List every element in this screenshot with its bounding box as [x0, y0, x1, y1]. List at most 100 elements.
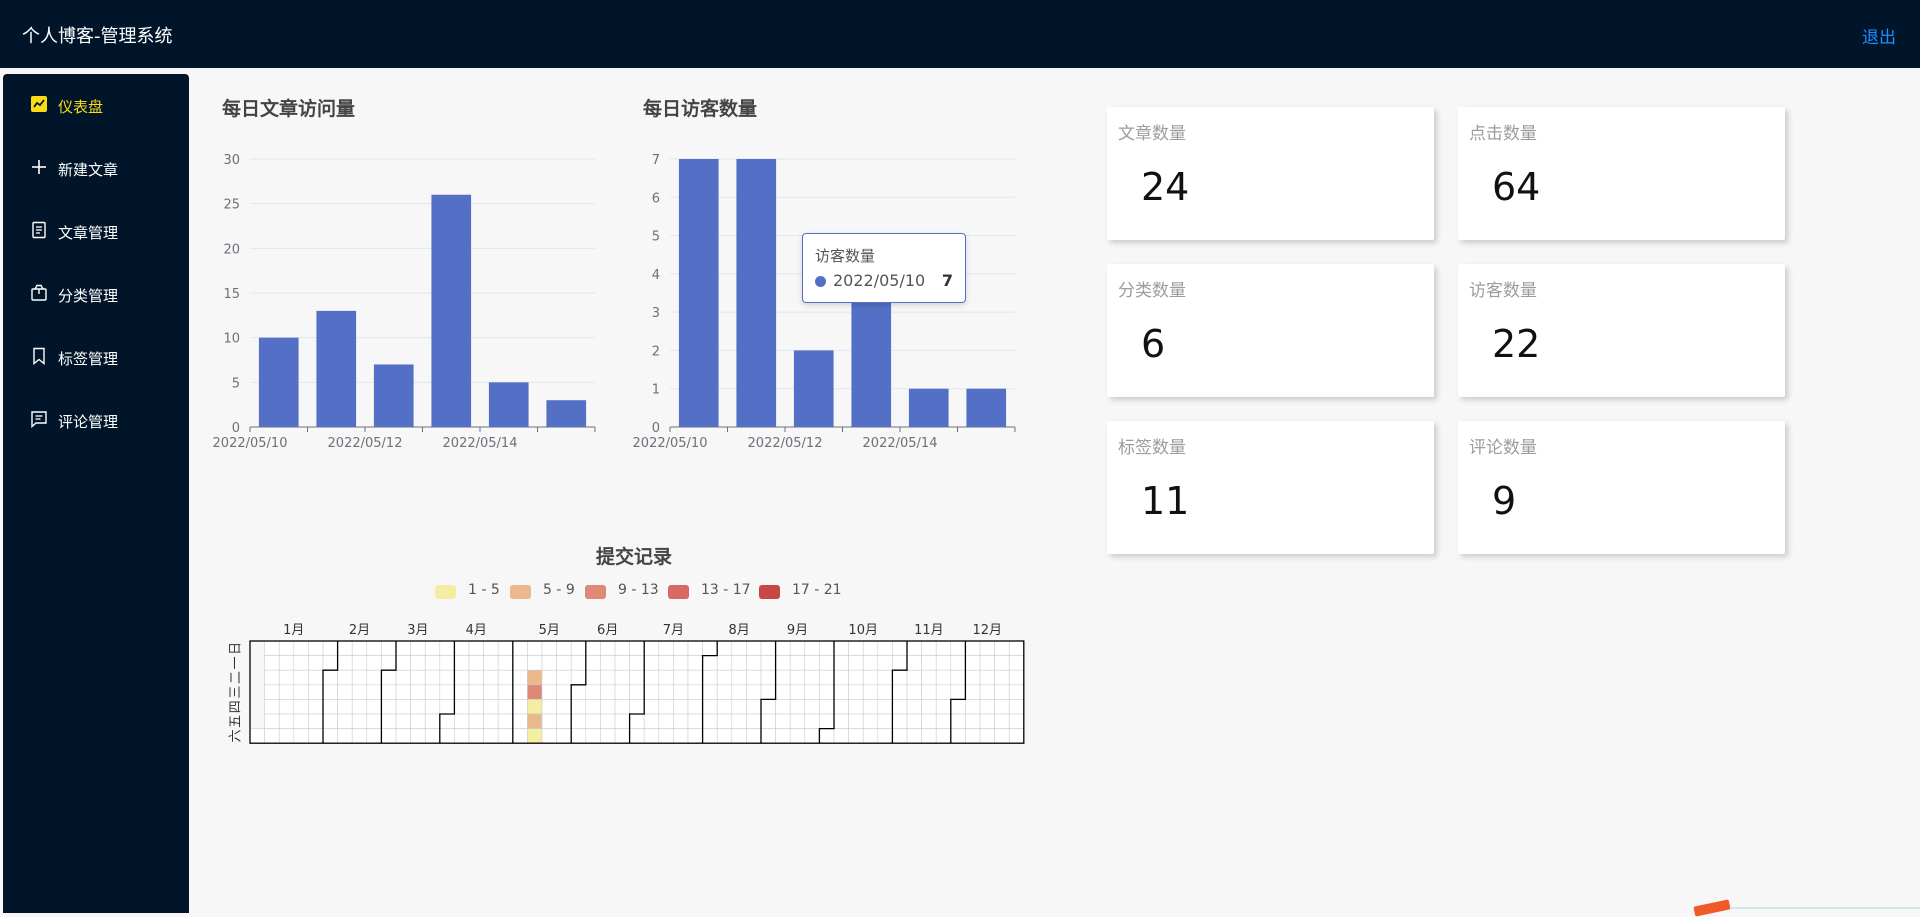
- heatmap-cell: [848, 669, 864, 686]
- heatmap-cell: [468, 669, 484, 686]
- heatmap-cell: [293, 640, 309, 656]
- heatmap-cell: [264, 699, 280, 715]
- logout-link[interactable]: 退出: [1862, 23, 1896, 48]
- sidebar-item-label: 文章管理: [58, 224, 119, 242]
- heatmap-cell: [497, 655, 514, 671]
- heatmap-cell: [819, 699, 835, 715]
- heatmap-cell: [819, 713, 835, 729]
- heatmap-cell: [366, 655, 382, 671]
- heatmap-cell: [556, 655, 572, 671]
- sidebar-item-article-management[interactable]: 文章管理: [3, 212, 189, 252]
- heatmap-cell: [439, 684, 455, 700]
- heatmap-cell: [906, 684, 922, 700]
- heatmap-cell: [541, 655, 557, 671]
- heatmap-cell: [833, 713, 849, 729]
- y-tick-label: 7: [652, 153, 660, 168]
- heatmap-cell: [862, 684, 879, 700]
- y-tick-label: 30: [223, 153, 240, 168]
- heatmap-cell: [512, 669, 528, 686]
- heatmap-cell: [570, 640, 587, 656]
- heatmap-cell: [278, 640, 295, 656]
- heatmap-cell: [264, 640, 280, 656]
- heatmap-cell: [410, 728, 426, 744]
- y-tick-label: 0: [232, 421, 240, 436]
- heatmap-cell: [906, 669, 922, 686]
- heatmap-cell: [600, 699, 616, 715]
- sidebar-item-new-article[interactable]: 新建文章: [3, 149, 189, 189]
- heatmap-cell: [994, 655, 1010, 671]
- stat-label: 访客数量: [1469, 281, 1537, 301]
- y-tick-label: 15: [223, 287, 240, 302]
- heatmap-cell: [702, 669, 718, 686]
- bar: [736, 159, 777, 427]
- heatmap-cell: [1008, 655, 1025, 671]
- sidebar-item-comment-management[interactable]: 评论管理: [3, 401, 189, 441]
- x-tick-label: 2022/05/14: [443, 436, 518, 451]
- heatmap-cell: [979, 728, 995, 744]
- heatmap-cell: [906, 655, 922, 671]
- heatmap-cell: [658, 699, 674, 715]
- heatmap-cell: [556, 713, 572, 729]
- document-icon: [32, 221, 46, 239]
- heatmap-cell: [570, 669, 587, 686]
- heatmap-cell: [760, 713, 776, 729]
- y-tick-label: 3: [652, 306, 660, 321]
- heatmap-cell: [497, 640, 514, 656]
- heatmap-cell: [731, 713, 747, 729]
- floating-widget-icon[interactable]: [1693, 899, 1731, 917]
- heatmap-cell: [541, 669, 557, 686]
- heatmap-cell: [950, 728, 966, 744]
- heatmap-cell: [804, 669, 820, 686]
- heatmap-cell: [862, 655, 879, 671]
- sidebar-item-tag-management[interactable]: 标签管理: [3, 338, 189, 378]
- sidebar-item-dashboard[interactable]: 仪表盘: [3, 86, 189, 126]
- heatmap-cell: [264, 713, 280, 729]
- heatmap-cell: [673, 699, 689, 715]
- heatmap-cell: [629, 728, 645, 744]
- heatmap-cell-active: [527, 728, 543, 744]
- heatmap-cell: [366, 728, 382, 744]
- heatmap-cell: [278, 684, 295, 700]
- heatmap-cell: [308, 669, 324, 686]
- heatmap-cell: [921, 728, 937, 744]
- heatmap-cell: [673, 669, 689, 686]
- heatmap-cell: [687, 640, 703, 656]
- heatmap-cell: [497, 684, 514, 700]
- heatmap-cell: [994, 669, 1010, 686]
- heatmap-cell: [264, 728, 280, 744]
- heatmap-cell: [877, 713, 893, 729]
- heatmap-cell: [600, 669, 616, 686]
- sidebar-item-label: 仪表盘: [58, 98, 104, 116]
- stat-card-comments: 评论数量 9: [1458, 421, 1785, 554]
- heatmap-cell: [497, 699, 514, 715]
- heatmap-cell: [541, 699, 557, 715]
- heatmap-cell: [629, 699, 645, 715]
- heatmap-cell: [848, 713, 864, 729]
- heatmap-cell: [979, 640, 995, 656]
- y-tick-label: 0: [652, 421, 660, 436]
- heatmap-cell: [424, 684, 441, 700]
- y-tick-label: 2: [652, 344, 660, 359]
- sidebar-item-category-management[interactable]: 分类管理: [3, 275, 189, 315]
- y-tick-label: 1: [652, 383, 660, 398]
- heatmap-cell: [585, 728, 601, 744]
- heatmap-cell: [293, 699, 309, 715]
- heatmap-cell: [673, 640, 689, 656]
- heatmap-cell: [935, 699, 952, 715]
- heatmap-cell: [643, 713, 660, 729]
- heatmap-cell: [293, 684, 309, 700]
- heatmap-cell: [687, 684, 703, 700]
- heatmap-cell: [935, 640, 952, 656]
- heatmap-cell: [950, 669, 966, 686]
- heatmap-cell: [716, 655, 733, 671]
- commit-heatmap: 1月 2月 3月 4月 5月 6月 7月 8月 9月 10月 11月 12月日一二三四五六: [229, 623, 1025, 744]
- heatmap-cell: [308, 728, 324, 744]
- heatmap-cell: [293, 655, 309, 671]
- tooltip-value: 7: [941, 271, 953, 290]
- stat-value: 22: [1492, 322, 1541, 366]
- heatmap-cell: [906, 640, 922, 656]
- legend-swatch: [585, 585, 606, 599]
- heatmap-cell: [862, 640, 879, 656]
- heatmap-cell: [322, 728, 338, 744]
- heatmap-cell: [950, 684, 966, 700]
